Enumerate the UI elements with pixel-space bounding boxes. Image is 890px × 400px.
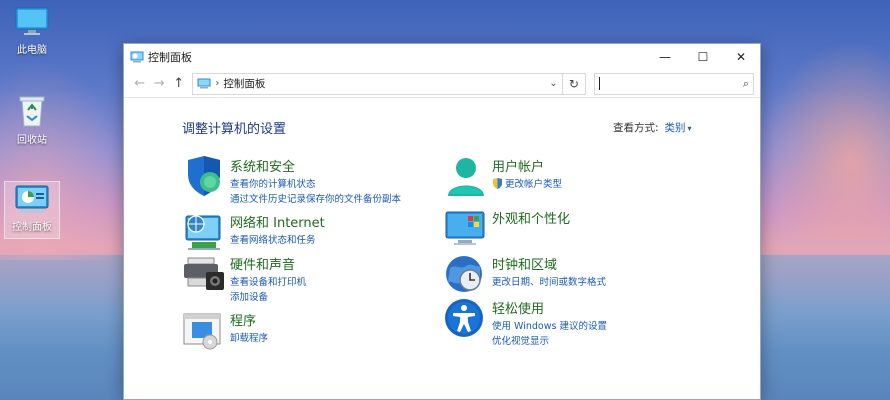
category-ease-of-access: 轻松使用 使用 Windows 建议的设置 优化视觉显示 xyxy=(444,298,607,349)
category-appearance-personalization: 外观和个性化 xyxy=(444,208,570,248)
category-link[interactable]: 使用 Windows 建议的设置 xyxy=(492,319,607,334)
up-button[interactable]: ↑ xyxy=(169,76,188,91)
category-hardware-sound: 硬件和声音 查看设备和打印机 添加设备 xyxy=(182,254,306,305)
monitor-icon xyxy=(15,7,49,35)
close-icon: ✕ xyxy=(735,50,747,64)
category-clock-region: 时钟和区域 更改日期、时间或数字格式 xyxy=(444,254,606,294)
address-bar[interactable]: › 控制面板 ⌄ xyxy=(192,72,563,95)
desktop-icon-control-panel[interactable]: 控制面板 xyxy=(4,181,60,239)
category-link[interactable]: 查看你的计算机状态 xyxy=(230,177,401,192)
page-title: 调整计算机的设置 xyxy=(182,122,287,137)
desktop-icon-label: 此电脑 xyxy=(17,45,47,56)
view-by-label: 查看方式: xyxy=(613,122,659,134)
main-content: 调整计算机的设置 查看方式: 类别 ▾ 系统和安全 查看你的计算机状态 通过文件历史… xyxy=(124,98,760,398)
control-panel-icon xyxy=(130,51,144,63)
category-title[interactable]: 轻松使用 xyxy=(492,298,607,317)
view-by: 查看方式: 类别 ▾ xyxy=(613,120,692,135)
programs-icon[interactable] xyxy=(182,310,226,350)
desktop-icon-label: 回收站 xyxy=(17,135,47,146)
category-title[interactable]: 程序 xyxy=(230,310,268,329)
category-title[interactable]: 硬件和声音 xyxy=(230,254,306,273)
shield-icon[interactable] xyxy=(182,156,226,196)
category-title[interactable]: 时钟和区域 xyxy=(492,254,606,273)
forward-button[interactable]: → xyxy=(149,76,168,91)
network-globe-icon[interactable] xyxy=(182,212,226,252)
control-panel-icon xyxy=(197,78,211,89)
title-bar[interactable]: 控制面板 — ☐ ✕ xyxy=(124,44,760,70)
category-title[interactable]: 网络和 Internet xyxy=(230,212,325,231)
breadcrumb-separator-icon: › xyxy=(215,78,220,89)
search-input[interactable] xyxy=(600,78,743,89)
category-title[interactable]: 用户帐户 xyxy=(492,156,562,175)
category-programs: 程序 卸载程序 xyxy=(182,310,268,350)
window-title: 控制面板 xyxy=(148,51,192,64)
category-link[interactable]: 查看设备和打印机 xyxy=(230,275,306,290)
category-title[interactable]: 系统和安全 xyxy=(230,156,401,175)
category-network-internet: 网络和 Internet 查看网络状态和任务 xyxy=(182,212,325,252)
minimize-button[interactable]: — xyxy=(646,44,684,70)
category-link[interactable]: 优化视觉显示 xyxy=(492,334,607,349)
category-link[interactable]: 添加设备 xyxy=(230,290,306,305)
maximize-icon: ☐ xyxy=(697,50,709,64)
desktop-icon-recycle-bin[interactable]: 回收站 xyxy=(6,94,58,146)
search-icon[interactable]: ⌕ xyxy=(743,77,749,91)
refresh-icon: ↻ xyxy=(568,76,579,91)
minimize-icon: — xyxy=(659,50,671,64)
category-link-text: 更改帐户类型 xyxy=(505,179,563,190)
uac-shield-icon xyxy=(493,178,502,189)
clock-globe-icon[interactable] xyxy=(444,254,488,294)
refresh-button[interactable]: ↻ xyxy=(562,72,587,95)
recycle-bin-icon xyxy=(19,96,45,127)
desktop-icon-this-pc[interactable]: 此电脑 xyxy=(6,6,58,56)
desktop-icon-label: 控制面板 xyxy=(12,222,52,233)
category-link[interactable]: 查看网络状态和任务 xyxy=(230,233,325,248)
wallpaper-glow-right xyxy=(760,40,890,240)
navigation-bar: ← → ↑ › 控制面板 ⌄ ↻ ⌕ xyxy=(124,70,760,98)
category-title[interactable]: 外观和个性化 xyxy=(492,208,570,227)
control-panel-window: 控制面板 — ☐ ✕ ← → ↑ › 控制面板 ⌄ ↻ ⌕ 调整计算机的设置 查… xyxy=(123,43,761,400)
category-link[interactable]: 卸载程序 xyxy=(230,331,268,346)
search-box[interactable]: ⌕ xyxy=(594,72,754,95)
appearance-icon[interactable] xyxy=(444,208,488,248)
chevron-down-icon[interactable]: ▾ xyxy=(688,124,692,133)
back-button[interactable]: ← xyxy=(130,76,149,91)
category-link[interactable]: 更改帐户类型 xyxy=(492,177,562,192)
maximize-button[interactable]: ☐ xyxy=(684,44,722,70)
printer-icon[interactable] xyxy=(182,254,226,294)
category-system-security: 系统和安全 查看你的计算机状态 通过文件历史记录保存你的文件备份副本 xyxy=(182,156,401,207)
category-link[interactable]: 通过文件历史记录保存你的文件备份副本 xyxy=(230,192,401,207)
close-button[interactable]: ✕ xyxy=(722,44,760,70)
category-user-accounts: 用户帐户 更改帐户类型 xyxy=(444,156,562,196)
user-icon[interactable] xyxy=(444,156,488,196)
control-panel-icon xyxy=(15,185,49,213)
accessibility-icon[interactable] xyxy=(444,298,488,338)
category-link[interactable]: 更改日期、时间或数字格式 xyxy=(492,275,606,290)
address-dropdown-icon[interactable]: ⌄ xyxy=(549,78,557,89)
breadcrumb-control-panel[interactable]: 控制面板 xyxy=(223,76,265,91)
view-by-dropdown[interactable]: 类别 xyxy=(665,122,686,134)
